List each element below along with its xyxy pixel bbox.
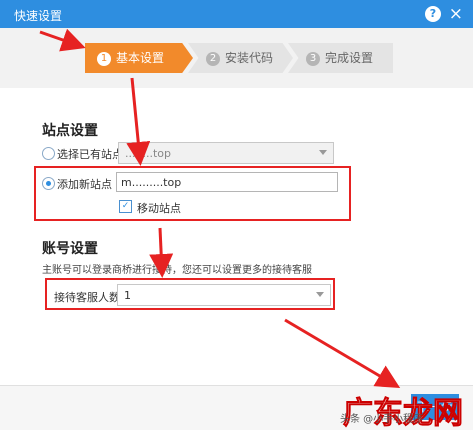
step-install-code: 2 安装代码 [188,43,293,73]
step-label: 基本设置 [116,51,165,65]
chevron-down-icon [319,150,327,155]
staff-count-label: 接待客服人数 [54,291,120,304]
new-site-value: m.........top [121,176,182,189]
step-basic-settings: 1 基本设置 [85,43,193,73]
existing-site-select[interactable]: ........top [118,142,334,164]
chevron-down-icon [316,292,324,297]
mobile-site-label: 移动站点 [137,202,181,215]
watermark-caption: 头条 @小手小程序 [340,414,424,425]
existing-site-value: ........top [125,147,171,160]
radio-existing-site[interactable] [42,147,55,160]
window-title: 快速设置 [14,9,63,23]
staff-count-value: 1 [124,289,131,302]
close-icon[interactable]: × [449,4,463,24]
step-number: 1 [97,51,111,66]
site-settings-title: 站点设置 [42,123,98,139]
mobile-site-checkbox[interactable]: ✓ [119,200,132,213]
step-label: 完成设置 [325,51,374,65]
arrow-to-next [284,318,401,389]
existing-site-label: 选择已有站点 [57,148,123,161]
help-icon[interactable]: ? [425,6,441,22]
step-finish-settings: 3 完成设置 [288,43,393,73]
step-progress: 1 基本设置 2 安装代码 3 完成设置 [0,28,473,88]
staff-count-select[interactable]: 1 [117,284,331,306]
new-site-label: 添加新站点 [57,178,112,191]
account-description: 主账号可以登录商桥进行接待，您还可以设置更多的接待客服 [42,265,312,276]
title-bar: 快速设置 ? × [0,0,473,28]
new-site-input[interactable]: m.........top [116,172,338,192]
account-settings-title: 账号设置 [42,241,98,257]
step-number: 2 [206,51,220,66]
radio-new-site[interactable] [42,177,55,190]
step-number: 3 [306,51,320,66]
step-label: 安装代码 [225,51,274,65]
